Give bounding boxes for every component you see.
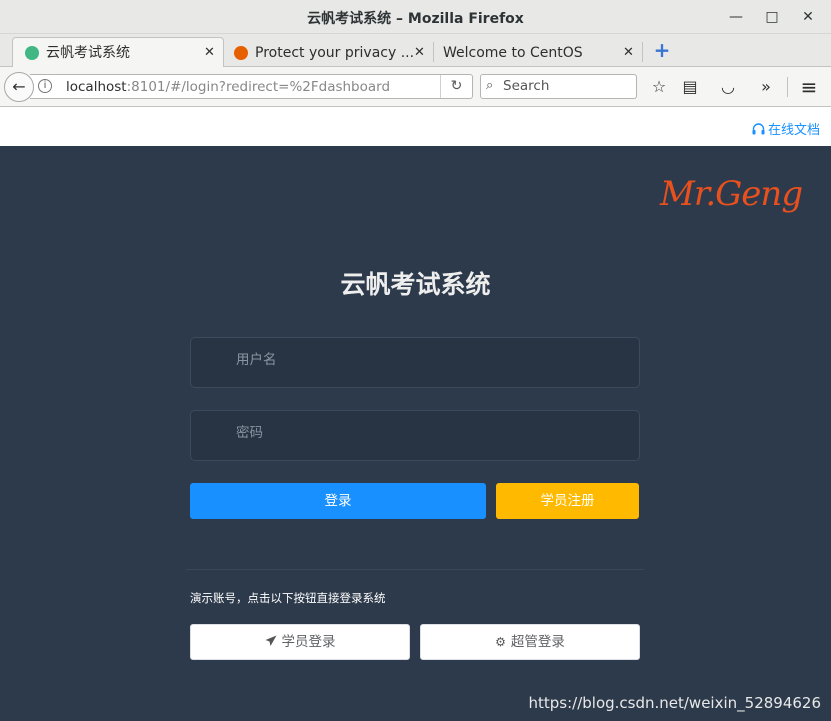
login-title: 云帆考试系统 [340, 270, 491, 299]
page-header: 在线文档 [0, 107, 831, 146]
maximize-button[interactable]: □ [762, 7, 782, 27]
online-docs-link[interactable]: 在线文档 [752, 119, 820, 138]
tab-separator [642, 42, 643, 62]
password-field[interactable] [190, 410, 640, 461]
admin-login-label: 超管登录 [510, 634, 565, 650]
close-window-button[interactable]: ✕ [798, 7, 818, 27]
search-bar[interactable]: ⌕ [480, 74, 637, 99]
hamburger-menu-icon[interactable]: ≡ [798, 76, 820, 98]
student-register-button[interactable]: 学员注册 [496, 483, 639, 519]
username-field[interactable] [190, 337, 640, 388]
admin-login-button[interactable]: ⚙ 超管登录 [420, 624, 640, 660]
bookmark-star-icon[interactable]: ☆ [648, 76, 670, 98]
tab-yunfan[interactable]: 云帆考试系统 ✕ [12, 37, 224, 68]
tab-close-icon[interactable]: ✕ [623, 39, 634, 67]
url-bar[interactable]: i localhost:8101/#/login?redirect=%2Fdas… [30, 74, 473, 99]
tab-privacy[interactable]: Protect your privacy ... ✕ [226, 38, 432, 67]
watermark-text: https://blog.csdn.net/weixin_52894626 [528, 694, 821, 712]
login-button[interactable]: 登录 [190, 483, 486, 519]
student-login-button[interactable]: 学员登录 [190, 624, 410, 660]
window-title: 云帆考试系统 – Mozilla Firefox [307, 11, 524, 27]
window-titlebar: 云帆考试系统 – Mozilla Firefox — □ ✕ [0, 0, 831, 34]
student-login-label: 学员登录 [281, 634, 336, 650]
back-button[interactable]: ← [4, 72, 34, 102]
tab-label: 云帆考试系统 [46, 45, 130, 61]
username-input[interactable] [236, 352, 626, 368]
reader-view-icon[interactable]: ▤ [679, 76, 701, 98]
search-input[interactable] [503, 78, 631, 94]
search-icon: ⌕ [486, 78, 494, 93]
tab-strip: 云帆考试系统 ✕ Protect your privacy ... ✕ Welc… [0, 34, 831, 68]
headphones-icon [752, 123, 765, 135]
tab-close-icon[interactable]: ✕ [204, 39, 215, 67]
navigation-toolbar: i localhost:8101/#/login?redirect=%2Fdas… [0, 67, 831, 107]
info-icon[interactable]: i [38, 79, 52, 93]
toolbar-separator [787, 77, 788, 97]
minimize-button[interactable]: — [726, 7, 746, 27]
tab-label: Welcome to CentOS [443, 45, 583, 61]
tab-close-icon[interactable]: ✕ [414, 39, 425, 67]
url-text[interactable]: localhost:8101/#/login?redirect=%2Fdashb… [66, 79, 390, 95]
reload-button[interactable]: ↻ [440, 75, 472, 98]
gear-icon: ⚙ [495, 635, 506, 649]
login-container: Mr.Geng 云帆考试系统 登录 学员注册 演示账号，点击以下按钮直接登录系统… [0, 146, 831, 721]
pocket-icon[interactable]: ◡ [717, 76, 739, 98]
tab-label: Protect your privacy ... [255, 45, 415, 61]
password-input[interactable] [236, 425, 626, 441]
vue-favicon-icon [25, 46, 39, 60]
online-docs-label: 在线文档 [767, 123, 820, 138]
signature-logo: Mr.Geng [660, 174, 803, 214]
paper-plane-icon [265, 635, 276, 646]
new-tab-button[interactable]: + [651, 38, 673, 62]
demo-account-tip: 演示账号，点击以下按钮直接登录系统 [190, 591, 386, 605]
tab-centos[interactable]: Welcome to CentOS ✕ [434, 38, 640, 67]
firefox-favicon-icon [234, 46, 248, 60]
overflow-chevron-icon[interactable]: » [755, 76, 777, 98]
divider [186, 569, 644, 570]
